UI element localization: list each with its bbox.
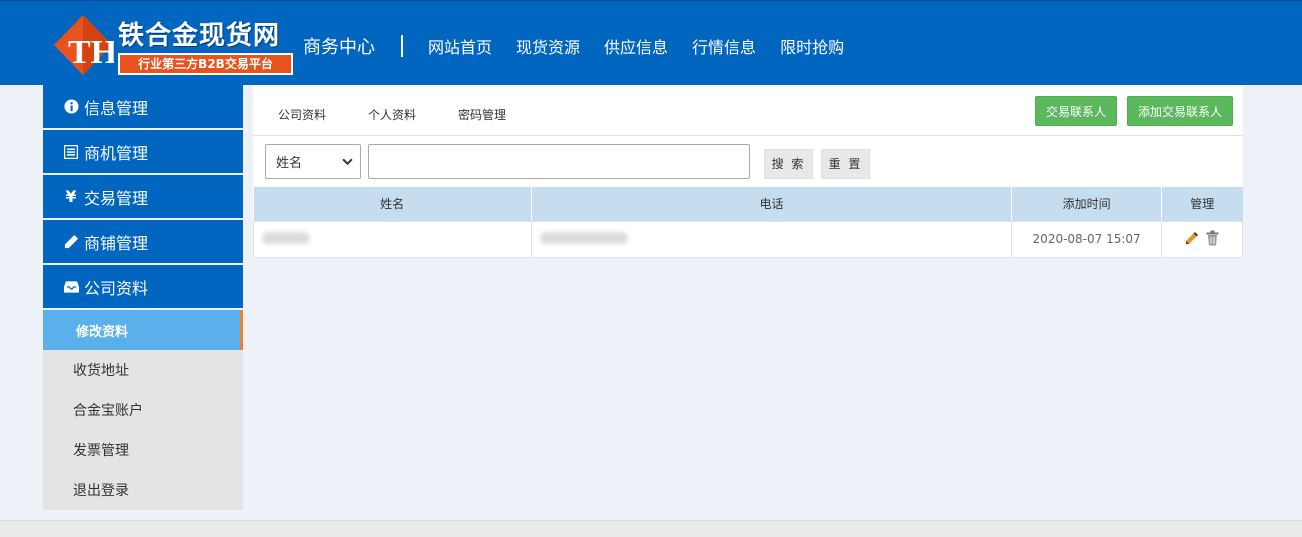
sidebar-section-trade[interactable]: ¥ 交易管理 (43, 175, 243, 220)
column-header-added-time: 添加时间 (1011, 187, 1163, 221)
sidebar-section-label: 信息管理 (84, 98, 149, 118)
sidebar: 信息管理 商机管理 ¥ 交易管理 商铺管理 公司资料 修改资料 收货地址 合金宝… (43, 85, 243, 510)
sidebar-item-edit-profile[interactable]: 修改资料 (43, 310, 243, 350)
sidebar-section-shop[interactable]: 商铺管理 (43, 220, 243, 265)
nav-home[interactable]: 网站首页 (428, 34, 492, 58)
tab-company-profile[interactable]: 公司资料 (278, 106, 326, 123)
nav-spot-resources[interactable]: 现货资源 (516, 34, 580, 58)
column-header-manage: 管理 (1190, 197, 1215, 212)
cell-added-time: 2020-08-07 15:07 (1011, 220, 1163, 258)
sidebar-section-company[interactable]: 公司资料 (43, 265, 243, 310)
tab-bar: 公司资料 个人资料 密码管理 交易联系人 添加交易联系人 (253, 85, 1243, 136)
header-divider (401, 35, 403, 57)
column-header-phone: 电话 (531, 187, 1013, 221)
cell-name (253, 220, 532, 258)
footer-bar (0, 520, 1302, 537)
contacts-button[interactable]: 交易联系人 (1035, 96, 1117, 126)
sidebar-section-label: 商机管理 (84, 143, 149, 163)
edit-icon[interactable] (1184, 230, 1200, 249)
sidebar-section-info[interactable]: 信息管理 (43, 85, 243, 130)
sidebar-section-opportunity[interactable]: 商机管理 (43, 130, 243, 175)
tab-personal-profile[interactable]: 个人资料 (368, 106, 416, 123)
chevron-down-icon (342, 158, 353, 166)
table-row: 2020-08-07 15:07 (253, 220, 1243, 258)
nav-supply-info[interactable]: 供应信息 (604, 34, 668, 58)
nav-flash-sale[interactable]: 限时抢购 (780, 34, 844, 58)
reset-button[interactable]: 重 置 (821, 149, 870, 179)
sidebar-item-shipping-address[interactable]: 收货地址 (43, 350, 243, 390)
top-nav: 网站首页 现货资源 供应信息 行情信息 限时抢购 (428, 34, 844, 58)
table-header-row: 姓名 电话 添加时间 管理 (253, 187, 1243, 221)
site-logo[interactable]: TH 铁合金现货网 行业第三方B2B交易平台 (52, 11, 297, 81)
pencil-icon (63, 234, 79, 250)
trash-icon[interactable] (1205, 230, 1220, 249)
search-button[interactable]: 搜 索 (764, 149, 813, 179)
tab-password[interactable]: 密码管理 (458, 106, 506, 123)
cell-manage (1161, 220, 1243, 258)
sidebar-item-invoice[interactable]: 发票管理 (43, 430, 243, 470)
field-select-value: 姓名 (276, 156, 303, 171)
redacted-name (262, 231, 310, 244)
field-select[interactable]: 姓名 (265, 144, 361, 179)
add-contact-button[interactable]: 添加交易联系人 (1127, 96, 1233, 126)
sidebar-section-label: 公司资料 (84, 278, 149, 298)
top-header: TH 铁合金现货网 行业第三方B2B交易平台 商务中心 网站首页 现货资源 供应… (0, 0, 1302, 85)
sidebar-item-alloy-account[interactable]: 合金宝账户 (43, 390, 243, 430)
sidebar-section-label: 交易管理 (84, 188, 149, 208)
search-input[interactable] (368, 144, 750, 179)
search-bar: 姓名 搜 索 重 置 (253, 136, 1243, 186)
info-icon (63, 99, 79, 115)
inbox-icon (63, 279, 79, 295)
sidebar-item-logout[interactable]: 退出登录 (43, 470, 243, 510)
nav-market-info[interactable]: 行情信息 (692, 34, 756, 58)
svg-text:TH: TH (68, 34, 114, 71)
logo-title: 铁合金现货网 (118, 21, 281, 51)
column-header-name: 姓名 (253, 187, 532, 221)
logo-subtitle: 行业第三方B2B交易平台 (118, 53, 293, 75)
main-panel: 公司资料 个人资料 密码管理 交易联系人 添加交易联系人 姓名 搜 索 重 置 … (253, 85, 1243, 258)
contacts-table: 姓名 电话 添加时间 管理 2020-08-07 15:07 (253, 187, 1243, 258)
yen-icon: ¥ (65, 187, 77, 206)
list-icon (63, 144, 79, 160)
redacted-phone (539, 231, 628, 244)
business-center-title: 商务中心 (303, 37, 375, 58)
sidebar-section-label: 商铺管理 (84, 233, 149, 253)
logo-mark-icon: TH (54, 15, 114, 75)
cell-phone (530, 220, 1013, 258)
